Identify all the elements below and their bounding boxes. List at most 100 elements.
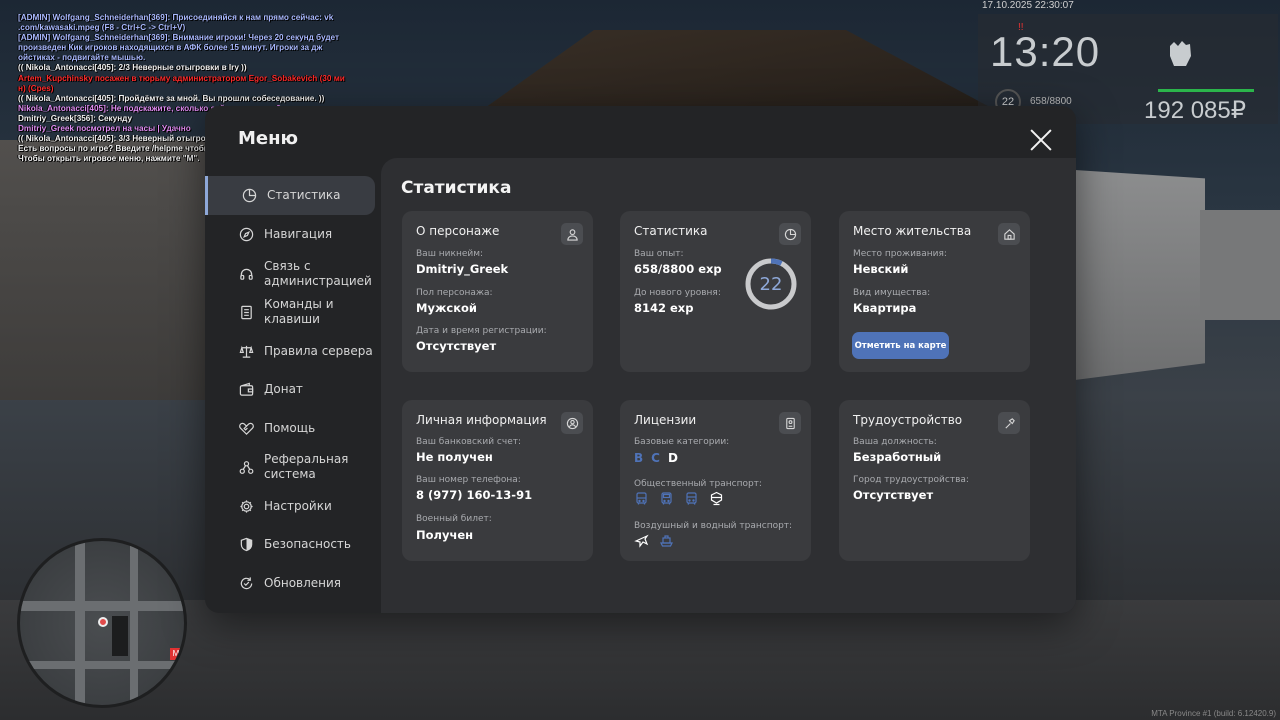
- minimap-road: [75, 541, 85, 705]
- background-wall: [1075, 170, 1205, 380]
- phone-label: Ваш номер телефона:: [416, 475, 521, 485]
- exp-value: 658/8800 exp: [634, 262, 722, 276]
- page-title: Статистика: [401, 178, 512, 198]
- public-transport-icons: [634, 491, 724, 506]
- metro-train-icon: [709, 491, 724, 506]
- card-title: О персонаже: [416, 224, 500, 238]
- hud-money: 192 085₽: [1144, 97, 1247, 124]
- minimap-road: [20, 601, 184, 611]
- sidebar-item-navigation[interactable]: Навигация: [205, 226, 375, 242]
- minimap-player-icon: [98, 617, 108, 627]
- gender-value: Мужской: [416, 301, 477, 315]
- license-category-d: D: [667, 451, 678, 465]
- chat-line: (( Nikola_Antonacci[405]: 2/3 Неверные о…: [18, 63, 247, 73]
- phone-value: 8 (977) 160-13-91: [416, 488, 533, 502]
- card-title: Статистика: [634, 224, 708, 238]
- minimap-vehicle-icon: [112, 616, 128, 656]
- sidebar-item-label: Связь с администрацией: [264, 259, 372, 288]
- employment-city-value: Отсутствует: [853, 488, 934, 502]
- chat-line: (( Nikola_Antonacci[405]: Пройдёмте за м…: [18, 93, 325, 103]
- chat-line: [ADMIN] Wolfgang_Schneiderhan[369]: Прис…: [18, 13, 334, 33]
- mark-on-map-button[interactable]: Отметить на карте: [852, 332, 949, 359]
- stats-card: Статистика Ваш опыт: 658/8800 exp До нов…: [620, 211, 811, 372]
- license-category-b: B: [634, 451, 644, 465]
- sidebar-item-label: Безопасность: [264, 536, 351, 551]
- sidebar-item-settings[interactable]: Настройки: [205, 498, 375, 514]
- sidebar-item-contact-admin[interactable]: Связь с администрацией: [205, 259, 375, 289]
- hud-time: 13:20: [990, 28, 1101, 75]
- home-icon: [998, 223, 1020, 245]
- build-info: MTA Province #1 (build: 6.12420.9): [1151, 709, 1276, 718]
- airplane-icon: [634, 533, 649, 548]
- residence-place-value: Невский: [853, 262, 909, 276]
- sidebar-item-donate[interactable]: Донат: [205, 381, 375, 397]
- base-categories-label: Базовые категории:: [634, 437, 730, 447]
- next-level-label: До нового уровня:: [634, 288, 721, 298]
- nickname-label: Ваш никнейм:: [416, 249, 484, 259]
- position-value: Безработный: [853, 450, 942, 464]
- sidebar-item-help[interactable]: Помощь: [205, 420, 375, 436]
- chat-line: Artem_Kupchinsky посажен в тюрьму админи…: [18, 73, 345, 93]
- background-building-left: [0, 140, 205, 400]
- background-ground: [0, 600, 1280, 720]
- hud-health-bar: [1158, 89, 1254, 92]
- bank-label: Ваш банковский счет:: [416, 437, 522, 447]
- sidebar-item-label: Команды и клавиши: [264, 297, 334, 326]
- card-title: Место жительства: [853, 224, 972, 238]
- card-title: Личная информация: [416, 413, 547, 427]
- character-card: О персонаже Ваш никнейм: Dmitriy_Greek П…: [402, 211, 593, 372]
- tram-icon: [684, 491, 699, 506]
- minimap-road: [130, 541, 138, 705]
- boat-icon: [659, 533, 674, 548]
- position-label: Ваша должность:: [853, 437, 937, 447]
- sidebar-item-commands[interactable]: Команды и клавиши: [205, 297, 375, 327]
- military-id-value: Получен: [416, 528, 474, 542]
- minimap-road: [20, 661, 184, 669]
- metro-icon: M: [170, 648, 182, 660]
- gear-icon: [238, 498, 254, 514]
- sidebar-item-updates[interactable]: Обновления: [205, 575, 375, 591]
- sidebar-item-referral[interactable]: Реферальная система: [205, 452, 375, 482]
- user-icon: [561, 223, 583, 245]
- background-wall-2: [1200, 210, 1280, 320]
- user-circle-icon: [561, 412, 583, 434]
- handshake-icon: [238, 420, 254, 436]
- residence-card: Место жительства Место проживания: Невск…: [839, 211, 1030, 372]
- gender-label: Пол персонажа:: [416, 288, 493, 298]
- property-type-label: Вид имущества:: [853, 288, 931, 298]
- fist-icon: [1160, 32, 1200, 81]
- close-button[interactable]: [1028, 127, 1054, 153]
- sidebar-item-security[interactable]: Безопасность: [205, 536, 375, 552]
- document-icon: [238, 304, 254, 320]
- sidebar-item-statistics[interactable]: Статистика: [205, 176, 375, 215]
- property-type-value: Квартира: [853, 301, 917, 315]
- next-level-value: 8142 exp: [634, 301, 694, 315]
- sidebar-item-label: Правила сервера: [264, 343, 373, 358]
- trolleybus-icon: [659, 491, 674, 506]
- employment-city-label: Город трудоустройства:: [853, 475, 969, 485]
- registration-value: Отсутствует: [416, 339, 497, 353]
- minimap: M: [17, 538, 187, 708]
- sidebar-item-label: Реферальная система: [264, 452, 349, 481]
- hud-date: 17.10.2025 22:30:07: [982, 0, 1074, 11]
- hammer-icon: [998, 412, 1020, 434]
- license-badge-icon: [779, 412, 801, 434]
- card-title: Лицензии: [634, 413, 697, 427]
- pie-chart-icon: [241, 188, 257, 204]
- personal-info-card: Личная информация Ваш банковский счет: Н…: [402, 400, 593, 561]
- employment-card: Трудоустройство Ваша должность: Безработ…: [839, 400, 1030, 561]
- air-water-icons: [634, 533, 674, 548]
- refresh-icon: [238, 575, 254, 591]
- sidebar-item-rules[interactable]: Правила сервера: [205, 343, 375, 359]
- nickname-value: Dmitriy_Greek: [416, 262, 509, 276]
- compass-icon: [238, 226, 254, 242]
- bus-icon: [634, 491, 649, 506]
- wallet-icon: [238, 381, 254, 397]
- menu-title: Меню: [238, 128, 299, 149]
- registration-label: Дата и время регистрации:: [416, 326, 547, 336]
- network-icon: [238, 459, 254, 475]
- exp-label: Ваш опыт:: [634, 249, 684, 259]
- public-transport-label: Общественный транспорт:: [634, 479, 762, 489]
- licenses-card: Лицензии Базовые категории: B C D Общест…: [620, 400, 811, 561]
- card-title: Трудоустройство: [853, 413, 963, 427]
